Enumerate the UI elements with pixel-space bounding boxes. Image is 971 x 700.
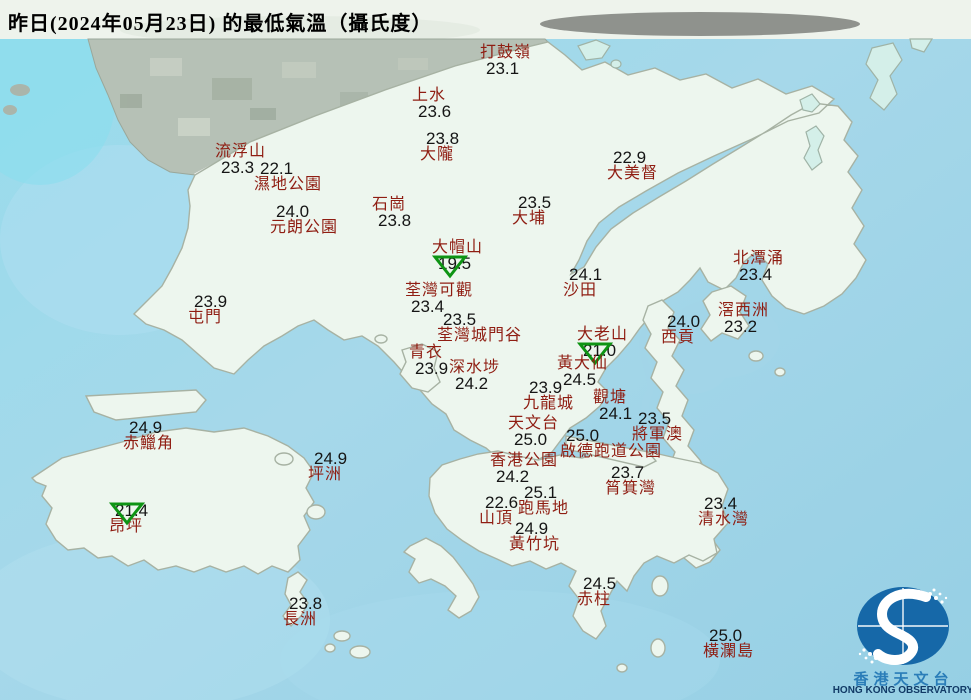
weather-station: 22.1 濕地公園 [254, 159, 323, 193]
station-min-temp-value: 23.2 [724, 317, 758, 336]
station-min-temp-value: 24.0 [667, 312, 701, 331]
weather-station: 觀塘 24.1 [593, 390, 633, 423]
station-name: 沙田 [563, 282, 598, 299]
station-min-temp-value: 22.1 [260, 159, 294, 178]
lowest-temp-marker-icon [108, 502, 146, 526]
weather-station: 23.8 長洲 [283, 594, 323, 628]
weather-station: 24.9 坪洲 [308, 449, 348, 483]
station-name: 長洲 [283, 611, 318, 628]
station-name: 將軍澳 [632, 426, 684, 443]
weather-station: 23.8 大隴 [420, 129, 460, 163]
weather-station: 23.4 清水灣 [698, 494, 750, 528]
station-name: 屯門 [188, 309, 223, 326]
station-name: 西貢 [661, 329, 696, 346]
station-min-temp-value: 23.5 [443, 310, 477, 329]
station-name: 元朗公園 [270, 219, 339, 236]
station-name: 大美督 [607, 165, 659, 182]
station-min-temp-value: 24.9 [515, 519, 549, 538]
weather-station: 青衣 23.9 [409, 345, 449, 378]
station-name: 筲箕灣 [605, 480, 657, 497]
station-name: 跑馬地 [518, 500, 570, 517]
weather-station: 天文台 25.0 [508, 416, 559, 449]
station-name: 赤鱲角 [123, 435, 175, 452]
station-name: 清水灣 [698, 511, 750, 528]
weather-station: 24.5 赤柱 [577, 574, 617, 608]
station-min-temp-value: 23.8 [426, 129, 460, 148]
weather-station: 打鼓嶺 23.1 [480, 45, 531, 78]
weather-station: 25.1 跑馬地 [518, 483, 570, 517]
station-min-temp-value: 23.7 [611, 463, 645, 482]
station-min-temp-value: 23.9 [194, 292, 228, 311]
weather-station: 北潭涌 23.4 [733, 251, 784, 284]
weather-station: 23.5 大埔 [512, 193, 552, 227]
station-min-temp-value: 23.5 [638, 409, 672, 428]
station-min-temp-value: 23.9 [415, 359, 449, 378]
weather-station: 24.0 元朗公園 [270, 202, 339, 236]
station-min-temp-value: 23.8 [289, 594, 323, 613]
weather-station: 香港公園 24.2 [490, 453, 558, 486]
station-name: 黃竹坑 [509, 536, 561, 553]
weather-station: 24.1 沙田 [563, 265, 603, 299]
weather-station: 23.7 筲箕灣 [605, 463, 657, 497]
station-name: 荃灣城門谷 [437, 327, 523, 344]
station-min-temp-value: 23.9 [529, 378, 563, 397]
station-min-temp-value: 24.0 [276, 202, 310, 221]
station-min-temp-value: 24.2 [455, 374, 489, 393]
station-min-temp-value: 23.5 [518, 193, 552, 212]
station-name: 大埔 [512, 210, 547, 227]
station-min-temp-value: 24.1 [569, 265, 603, 284]
station-min-temp-value: 25.1 [524, 483, 558, 502]
hko-logo-name-en: HONG KONG OBSERVATORY [832, 685, 971, 696]
weather-station: 石崗 23.8 [372, 197, 412, 230]
weather-station: 24.9 赤鱲角 [123, 418, 175, 452]
weather-station: 23.5 荃灣城門谷 [437, 310, 523, 344]
lowest-temp-marker-icon [431, 255, 469, 279]
station-min-temp-value: 24.5 [583, 574, 617, 593]
station-min-temp-value: 23.8 [378, 211, 412, 230]
station-min-temp-value: 25.0 [709, 626, 743, 645]
station-min-temp-value: 22.9 [613, 148, 647, 167]
min-temperature-map: 昨日(2024年05月23日) 的最低氣溫（攝氏度） 打鼓嶺 23.1 上水 23.6… [0, 0, 971, 700]
weather-station: 23.9 九龍城 [523, 378, 575, 412]
station-name: 大隴 [420, 146, 455, 163]
station-min-temp-value: 24.9 [314, 449, 348, 468]
station-min-temp-value: 24.9 [129, 418, 163, 437]
weather-station: 24.9 黃竹坑 [509, 519, 561, 553]
weather-station: 24.0 西貢 [661, 312, 701, 346]
weather-station: 滘西洲 23.2 [718, 303, 769, 336]
station-min-temp-value: 23.4 [739, 265, 773, 284]
station-name: 橫瀾島 [703, 643, 755, 660]
station-name: 啟德跑道公園 [560, 443, 663, 460]
station-min-temp-value: 23.4 [704, 494, 738, 513]
station-name: 濕地公園 [254, 176, 323, 193]
station-name: 九龍城 [523, 395, 575, 412]
station-min-temp-value: 24.1 [599, 404, 633, 423]
weather-station: 23.9 屯門 [188, 292, 228, 326]
hko-logo-emblem [857, 587, 949, 665]
weather-station: 21.4 昂坪 [108, 502, 148, 535]
station-min-temp-value: 25.0 [514, 430, 548, 449]
stations-layer: 打鼓嶺 23.1 上水 23.6 23.8 大隴 流浮山 23.3 22.1 濕地公園 24.0 元朗… [0, 0, 971, 700]
station-min-temp-value: 23.6 [418, 102, 452, 121]
station-min-temp-value: 22.6 [485, 493, 519, 512]
station-min-temp-value: 23.1 [486, 59, 520, 78]
weather-station: 大帽山 19.5 [431, 240, 483, 279]
weather-station: 22.9 大美督 [607, 148, 659, 182]
hko-logo: 香港天文台 HONG KONG OBSERVATORY [833, 584, 971, 700]
weather-station: 深水埗 24.2 [449, 360, 500, 393]
station-name: 赤柱 [577, 591, 612, 608]
weather-station: 上水 23.6 [412, 88, 452, 121]
station-name: 坪洲 [308, 466, 343, 483]
weather-station: 25.0 橫瀾島 [703, 626, 755, 660]
weather-station: 23.5 將軍澳 [632, 409, 684, 443]
